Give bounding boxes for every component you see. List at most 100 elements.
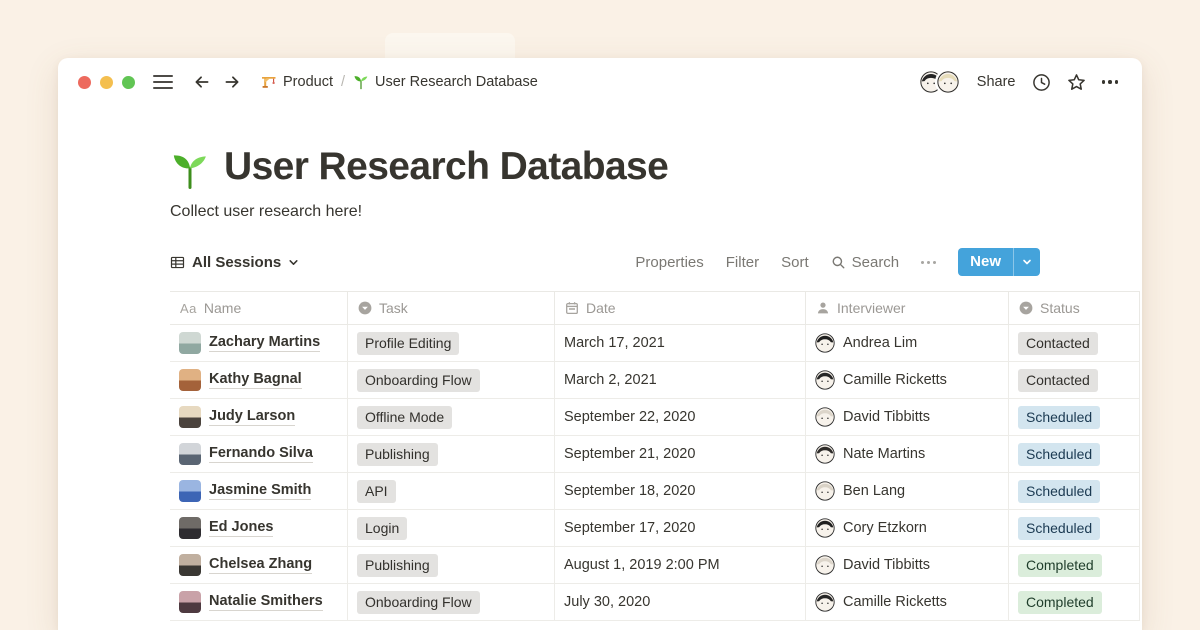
- cell-date[interactable]: September 22, 2020: [555, 399, 806, 435]
- cell-date[interactable]: September 18, 2020: [555, 473, 806, 509]
- crane-icon: [261, 74, 277, 90]
- table-row: Judy Larson Offline Mode September 22, 2…: [170, 399, 1140, 436]
- updates-clock-icon[interactable]: [1032, 73, 1051, 92]
- collaborator-avatars: [918, 69, 961, 95]
- table-body: Zachary Martins Profile Editing March 17…: [170, 325, 1140, 621]
- search-button[interactable]: Search: [831, 254, 900, 271]
- cell-date[interactable]: August 1, 2019 2:00 PM: [555, 547, 806, 583]
- cell-status[interactable]: Contacted: [1009, 362, 1140, 398]
- interviewer-avatar: [815, 481, 835, 501]
- cell-status[interactable]: Completed: [1009, 584, 1140, 620]
- cell-status[interactable]: Scheduled: [1009, 473, 1140, 509]
- cell-date[interactable]: March 17, 2021: [555, 325, 806, 361]
- collaborator-avatar[interactable]: [935, 69, 961, 95]
- cell-task[interactable]: Onboarding Flow: [348, 362, 555, 398]
- minimize-window-button[interactable]: [100, 76, 113, 89]
- view-more-icon[interactable]: [921, 261, 936, 264]
- cell-interviewer[interactable]: Ben Lang: [806, 473, 1009, 509]
- back-icon[interactable]: [193, 73, 211, 91]
- person-name-link: Kathy Bagnal: [209, 371, 302, 389]
- cell-interviewer[interactable]: Nate Martins: [806, 436, 1009, 472]
- cell-name[interactable]: Kathy Bagnal: [170, 362, 348, 398]
- task-tag: Offline Mode: [357, 406, 452, 429]
- cell-name[interactable]: Ed Jones: [170, 510, 348, 546]
- cell-task[interactable]: Profile Editing: [348, 325, 555, 361]
- table-row: Fernando Silva Publishing September 21, …: [170, 436, 1140, 473]
- cell-name[interactable]: Chelsea Zhang: [170, 547, 348, 583]
- cell-status[interactable]: Completed: [1009, 547, 1140, 583]
- task-tag: Onboarding Flow: [357, 369, 480, 392]
- table-row: Kathy Bagnal Onboarding Flow March 2, 20…: [170, 362, 1140, 399]
- status-tag: Contacted: [1018, 369, 1098, 392]
- select-property-icon: [358, 301, 372, 315]
- column-header-interviewer[interactable]: Interviewer: [806, 292, 1009, 324]
- date-value: July 30, 2020: [564, 594, 650, 610]
- cell-name[interactable]: Jasmine Smith: [170, 473, 348, 509]
- interviewer-avatar: [815, 592, 835, 612]
- cell-name[interactable]: Fernando Silva: [170, 436, 348, 472]
- cell-status[interactable]: Contacted: [1009, 325, 1140, 361]
- person-photo-avatar: [179, 591, 201, 613]
- column-header-task[interactable]: Task: [348, 292, 555, 324]
- page-title[interactable]: User Research Database: [224, 144, 668, 190]
- task-tag: Publishing: [357, 443, 438, 466]
- table-row: Ed Jones Login September 17, 2020 Cory E…: [170, 510, 1140, 547]
- cell-interviewer[interactable]: David Tibbitts: [806, 547, 1009, 583]
- new-button-dropdown[interactable]: [1013, 248, 1040, 276]
- cell-task[interactable]: Publishing: [348, 547, 555, 583]
- column-header-status[interactable]: Status: [1009, 292, 1140, 324]
- breadcrumb: Product / User Research Database: [261, 74, 538, 90]
- person-name-link: Zachary Martins: [209, 334, 320, 352]
- new-button-main[interactable]: New: [958, 248, 1013, 276]
- column-label: Task: [379, 300, 408, 316]
- cell-status[interactable]: Scheduled: [1009, 436, 1140, 472]
- cell-interviewer[interactable]: Andrea Lim: [806, 325, 1009, 361]
- toolbar-action-properties[interactable]: Properties: [635, 254, 703, 271]
- cell-status[interactable]: Scheduled: [1009, 510, 1140, 546]
- sidebar-menu-icon[interactable]: [153, 75, 173, 89]
- breadcrumb-item-page[interactable]: User Research Database: [353, 74, 538, 90]
- toolbar-action-sort[interactable]: Sort: [781, 254, 809, 271]
- cell-task[interactable]: Onboarding Flow: [348, 584, 555, 620]
- breadcrumb-item-product[interactable]: Product: [261, 74, 333, 90]
- cell-date[interactable]: July 30, 2020: [555, 584, 806, 620]
- forward-icon[interactable]: [223, 73, 241, 91]
- date-value: September 18, 2020: [564, 483, 695, 499]
- cell-date[interactable]: September 17, 2020: [555, 510, 806, 546]
- cell-interviewer[interactable]: Camille Ricketts: [806, 362, 1009, 398]
- cell-name[interactable]: Natalie Smithers: [170, 584, 348, 620]
- cell-status[interactable]: Scheduled: [1009, 399, 1140, 435]
- task-tag: API: [357, 480, 396, 503]
- cell-name[interactable]: Zachary Martins: [170, 325, 348, 361]
- page-subtitle[interactable]: Collect user research here!: [170, 203, 1142, 221]
- task-tag: Profile Editing: [357, 332, 459, 355]
- more-options-icon[interactable]: [1102, 80, 1119, 84]
- person-name-link: Natalie Smithers: [209, 593, 323, 611]
- close-window-button[interactable]: [78, 76, 91, 89]
- cell-name[interactable]: Judy Larson: [170, 399, 348, 435]
- column-header-name[interactable]: AaName: [170, 292, 348, 324]
- toolbar-action-filter[interactable]: Filter: [726, 254, 759, 271]
- cell-date[interactable]: September 21, 2020: [555, 436, 806, 472]
- table-row: Chelsea Zhang Publishing August 1, 2019 …: [170, 547, 1140, 584]
- cell-task[interactable]: Offline Mode: [348, 399, 555, 435]
- cell-interviewer[interactable]: Cory Etzkorn: [806, 510, 1009, 546]
- share-button[interactable]: Share: [977, 74, 1016, 90]
- table-row: Zachary Martins Profile Editing March 17…: [170, 325, 1140, 362]
- chevron-down-icon: [1022, 257, 1032, 267]
- cell-task[interactable]: API: [348, 473, 555, 509]
- cell-task[interactable]: Publishing: [348, 436, 555, 472]
- cell-date[interactable]: March 2, 2021: [555, 362, 806, 398]
- view-switcher[interactable]: All Sessions: [170, 254, 299, 271]
- cell-task[interactable]: Login: [348, 510, 555, 546]
- cell-interviewer[interactable]: Camille Ricketts: [806, 584, 1009, 620]
- column-label: Interviewer: [837, 300, 905, 316]
- toolbar-actions: Properties Filter Sort Search New: [635, 248, 1040, 276]
- zoom-window-button[interactable]: [122, 76, 135, 89]
- status-tag: Scheduled: [1018, 443, 1100, 466]
- search-icon: [831, 255, 846, 270]
- column-header-date[interactable]: Date: [555, 292, 806, 324]
- table-view-icon: [170, 255, 185, 270]
- favorite-star-icon[interactable]: [1067, 73, 1086, 92]
- cell-interviewer[interactable]: David Tibbitts: [806, 399, 1009, 435]
